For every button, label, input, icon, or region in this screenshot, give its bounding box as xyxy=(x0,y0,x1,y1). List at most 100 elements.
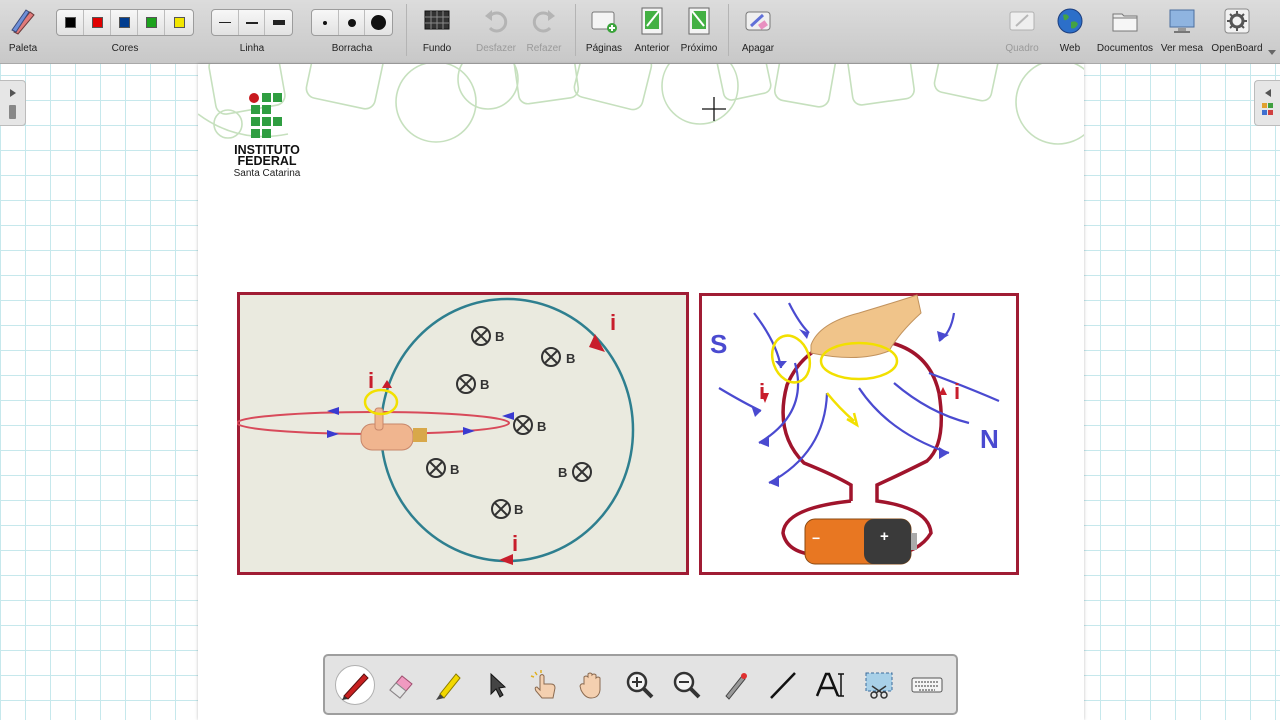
laser-pointer-icon xyxy=(725,673,747,700)
stylus-toolbar xyxy=(323,654,958,715)
capture-tool-button[interactable] xyxy=(859,665,899,705)
line-width-picker[interactable] xyxy=(211,9,293,36)
eraser-large[interactable] xyxy=(365,10,392,35)
laser-pointer-tool-button[interactable] xyxy=(715,665,755,705)
pointing-hand-icon xyxy=(530,670,556,699)
background-grid-icon xyxy=(424,10,450,30)
south-pole-label: S xyxy=(710,329,728,359)
color-red[interactable] xyxy=(84,10,111,35)
header-pattern xyxy=(198,64,1084,145)
toolbar-separator xyxy=(575,4,576,56)
current-label: i xyxy=(512,531,519,556)
add-page-icon xyxy=(591,11,617,33)
desktop-button[interactable]: Ver mesa xyxy=(1158,0,1206,64)
field-label: B xyxy=(537,419,547,434)
field-label: B xyxy=(558,465,568,480)
line-icon xyxy=(770,672,796,699)
current-label: i xyxy=(954,379,961,404)
eraser-small[interactable] xyxy=(312,10,339,35)
eraser-icon xyxy=(389,675,413,699)
line-thin[interactable] xyxy=(212,10,239,35)
pages-button[interactable]: Páginas xyxy=(582,0,626,64)
clear-page-icon xyxy=(745,11,771,31)
virtual-keyboard-tool-button[interactable] xyxy=(907,665,947,705)
documents-button[interactable]: Documentos xyxy=(1096,0,1154,64)
zoom-out-icon xyxy=(673,671,701,699)
color-picker[interactable] xyxy=(56,9,194,36)
redo-button[interactable]: Refazer xyxy=(522,0,566,64)
zoom-out-tool-button[interactable] xyxy=(667,665,707,705)
previous-page-icon xyxy=(641,7,663,35)
top-toolbar: Paleta Cores Linha Borracha Fundo Desfaz… xyxy=(0,0,1280,64)
pen-icon xyxy=(342,673,369,700)
field-label: B xyxy=(480,377,490,392)
next-page-icon xyxy=(688,7,710,35)
battery-minus-label: − xyxy=(812,530,821,546)
color-blue[interactable] xyxy=(111,10,138,35)
ifsc-logo-icon xyxy=(249,93,282,138)
highlighter-tool-button[interactable] xyxy=(429,665,469,705)
north-pole-label: N xyxy=(980,424,999,454)
current-label: i xyxy=(368,368,375,393)
clear-page-button[interactable]: Apagar xyxy=(735,0,781,64)
logo-line-3: Santa Catarina xyxy=(233,168,301,179)
expand-right-icon xyxy=(9,89,16,119)
board-mode-button[interactable]: Quadro xyxy=(1000,0,1044,64)
folder-icon xyxy=(1112,13,1138,32)
palette-button[interactable]: Paleta xyxy=(0,0,46,64)
eraser-size-picker[interactable] xyxy=(311,9,393,36)
current-label: i xyxy=(610,310,617,335)
toolbar-separator xyxy=(406,4,407,56)
expand-left-icon xyxy=(1262,89,1273,115)
monitor-icon xyxy=(1169,9,1195,33)
chevron-down-icon[interactable] xyxy=(1268,50,1276,56)
field-label: B xyxy=(566,351,576,366)
circular-loop-figure xyxy=(237,292,689,575)
loop-battery-figure xyxy=(699,293,1019,575)
globe-icon xyxy=(1057,8,1083,34)
color-black[interactable] xyxy=(57,10,84,35)
eraser-medium[interactable] xyxy=(339,10,366,35)
color-yellow[interactable] xyxy=(165,10,193,35)
undo-icon xyxy=(485,10,508,33)
line-medium[interactable] xyxy=(239,10,266,35)
eraser-tool-button[interactable] xyxy=(381,665,421,705)
background-button[interactable]: Fundo xyxy=(414,0,460,64)
board-page[interactable]: INSTITUTO FEDERAL Santa Catarina B B B B… xyxy=(198,64,1084,720)
board-icon xyxy=(1009,11,1035,31)
highlighter-icon xyxy=(436,673,461,700)
redo-icon xyxy=(532,10,555,33)
keyboard-icon xyxy=(911,677,943,693)
left-palette-handle[interactable] xyxy=(0,80,26,126)
toolbar-separator xyxy=(728,4,729,56)
color-green[interactable] xyxy=(138,10,165,35)
zoom-in-tool-button[interactable] xyxy=(620,665,660,705)
right-palette-handle[interactable] xyxy=(1254,80,1280,126)
web-button[interactable]: Web xyxy=(1048,0,1092,64)
field-label: B xyxy=(514,502,524,517)
text-tool-button[interactable] xyxy=(811,665,851,705)
hand-tool-button[interactable] xyxy=(572,665,612,705)
field-label: B xyxy=(450,462,460,477)
previous-page-button[interactable]: Anterior xyxy=(630,0,674,64)
openboard-menu-button[interactable]: OpenBoard xyxy=(1208,0,1266,64)
line-tool-button[interactable] xyxy=(763,665,803,705)
field-label: B xyxy=(495,329,505,344)
selector-tool-button[interactable] xyxy=(476,665,516,705)
palette-icon xyxy=(11,9,35,35)
hand-icon xyxy=(579,672,601,699)
crosshair-cursor-icon xyxy=(702,97,726,121)
battery-plus-label: + xyxy=(880,528,889,545)
undo-button[interactable]: Desfazer xyxy=(472,0,520,64)
screen-capture-icon xyxy=(865,672,893,699)
next-page-button[interactable]: Próximo xyxy=(677,0,721,64)
gear-icon xyxy=(1224,8,1250,34)
line-thick[interactable] xyxy=(265,10,292,35)
pen-tool-button[interactable] xyxy=(335,665,375,705)
text-icon xyxy=(815,672,844,697)
logo-line-2: FEDERAL xyxy=(237,154,297,168)
current-label: i xyxy=(759,379,766,404)
arrow-pointer-icon xyxy=(490,672,507,698)
interact-tool-button[interactable] xyxy=(524,665,564,705)
zoom-in-icon xyxy=(626,671,654,699)
